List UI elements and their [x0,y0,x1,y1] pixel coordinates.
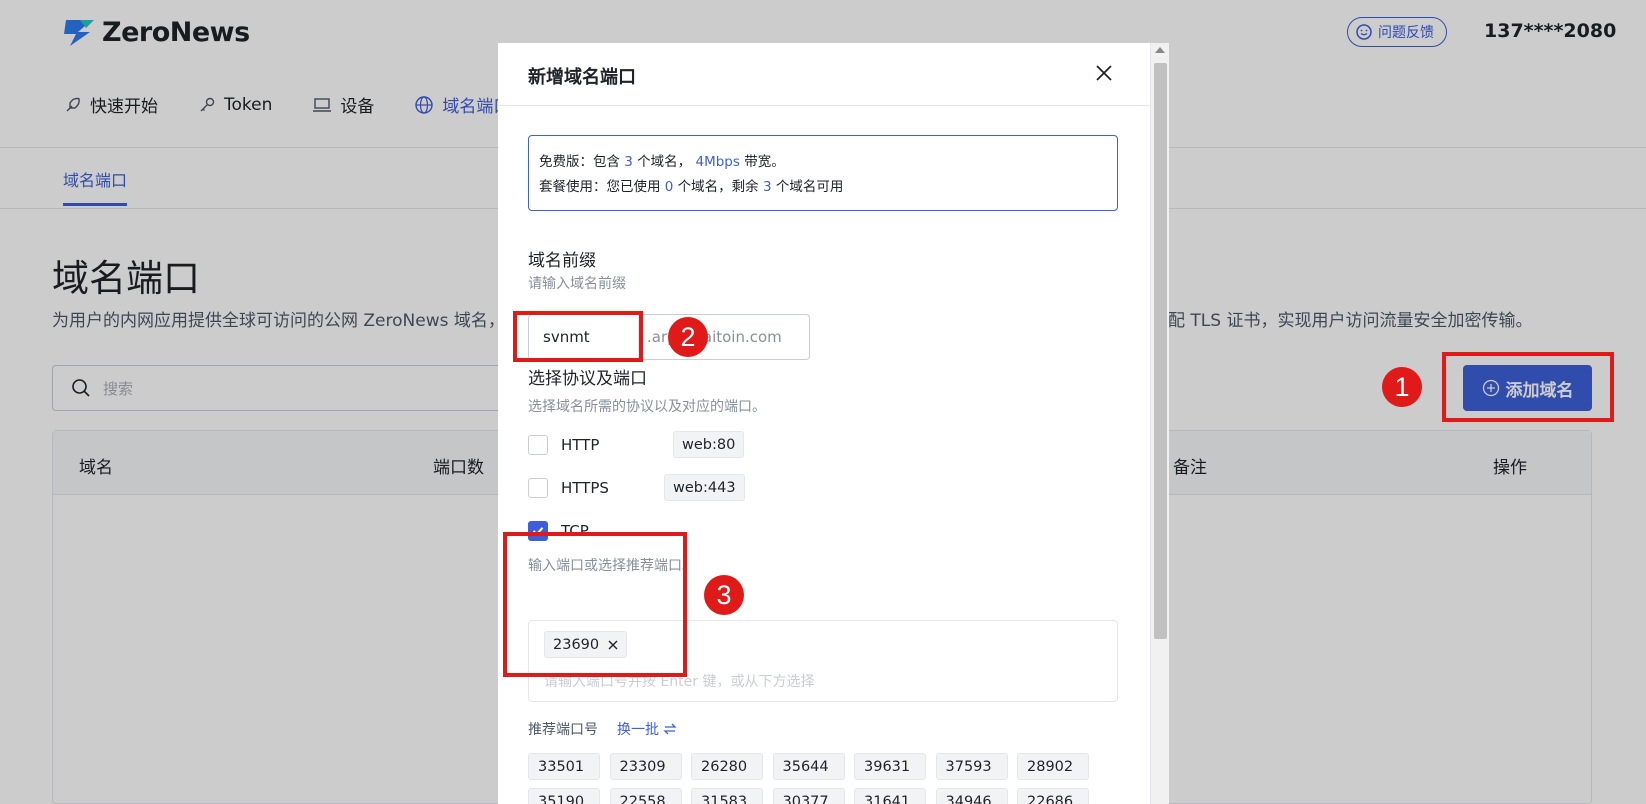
recommended-ports-label: 推荐端口号 [528,722,598,738]
plan-text: 个域名，剩余 [673,179,763,195]
http-label: HTTP [561,436,600,454]
protocol-section-hint: 选择域名所需的协议以及对应的端口。 [528,399,766,415]
scroll-thumb[interactable] [1154,63,1167,639]
scroll-up-arrow-icon[interactable] [1155,47,1165,53]
https-port-tag: web:443 [664,474,745,501]
plan-domains-total: 3 [624,154,633,170]
recommended-port-chip[interactable]: 37593 [935,753,1008,780]
https-label: HTTPS [561,479,609,497]
http-port-tag: web:80 [673,431,745,458]
recommended-port-chip[interactable]: 35644 [772,753,845,780]
recommended-port-chip[interactable]: 28902 [1017,753,1089,780]
http-checkbox[interactable] [528,435,548,455]
recommended-port-chip[interactable]: 39631 [854,753,926,780]
plan-text: 个域名， [632,154,692,170]
domain-suffix: .arpa.waitoin.com [647,328,782,346]
recommended-port-chip[interactable]: 22686 [1017,788,1089,804]
recommended-port-chip[interactable]: 31583 [691,788,763,804]
refresh-label: 换一批 [617,722,659,738]
prefix-section-title: 域名前缀 [528,251,596,271]
annotation-marker-3: 3 [704,575,744,615]
annotation-box-2 [513,311,643,362]
annotation-box-3 [503,532,687,677]
modal-title: 新增域名端口 [528,67,636,88]
annotation-box-1 [1442,352,1614,422]
prefix-section-hint: 请输入域名前缀 [528,276,626,292]
recommended-port-chip[interactable]: 26280 [691,753,763,780]
plan-text: 个域名可用 [771,179,844,195]
close-icon[interactable] [1092,61,1116,85]
protocol-section-title: 选择协议及端口 [528,369,647,389]
annotation-marker-2: 2 [668,317,708,357]
annotation-marker-1: 1 [1382,367,1422,407]
recommended-port-chip[interactable]: 35190 [528,788,600,804]
plan-text: 带宽。 [739,154,785,170]
swap-icon [663,723,677,735]
recommended-port-chip[interactable]: 30377 [772,788,845,804]
plan-text: 免费版：包含 [539,154,625,170]
refresh-ports-button[interactable]: 换一批 [617,719,677,739]
plan-line-2: 套餐使用：您已使用 0 个域名，剩余 3 个域名可用 [539,175,1107,200]
add-domain-modal: 新增域名端口 免费版：包含 3 个域名， 4Mbps 带宽。 套餐使用：您已使用… [498,43,1169,804]
plan-line-1: 免费版：包含 3 个域名， 4Mbps 带宽。 [539,150,1107,175]
protocol-http-row: HTTP [528,433,599,457]
modal-header: 新增域名端口 [498,43,1150,106]
recommended-port-chip[interactable]: 33501 [528,753,600,780]
plan-text: 套餐使用：您已使用 [539,179,665,195]
recommended-port-chip[interactable]: 22558 [609,788,682,804]
modal-scrollbar[interactable] [1150,43,1169,804]
plan-info-box: 免费版：包含 3 个域名， 4Mbps 带宽。 套餐使用：您已使用 0 个域名，… [528,135,1118,211]
protocol-https-row: HTTPS [528,476,609,500]
plan-domains-left: 3 [762,179,772,195]
https-checkbox[interactable] [528,478,548,498]
recommended-port-chip[interactable]: 34946 [935,788,1008,804]
plan-bandwidth: 4Mbps [695,154,740,170]
recommended-port-chip[interactable]: 23309 [609,753,682,780]
recommended-port-chip[interactable]: 31641 [854,788,926,804]
